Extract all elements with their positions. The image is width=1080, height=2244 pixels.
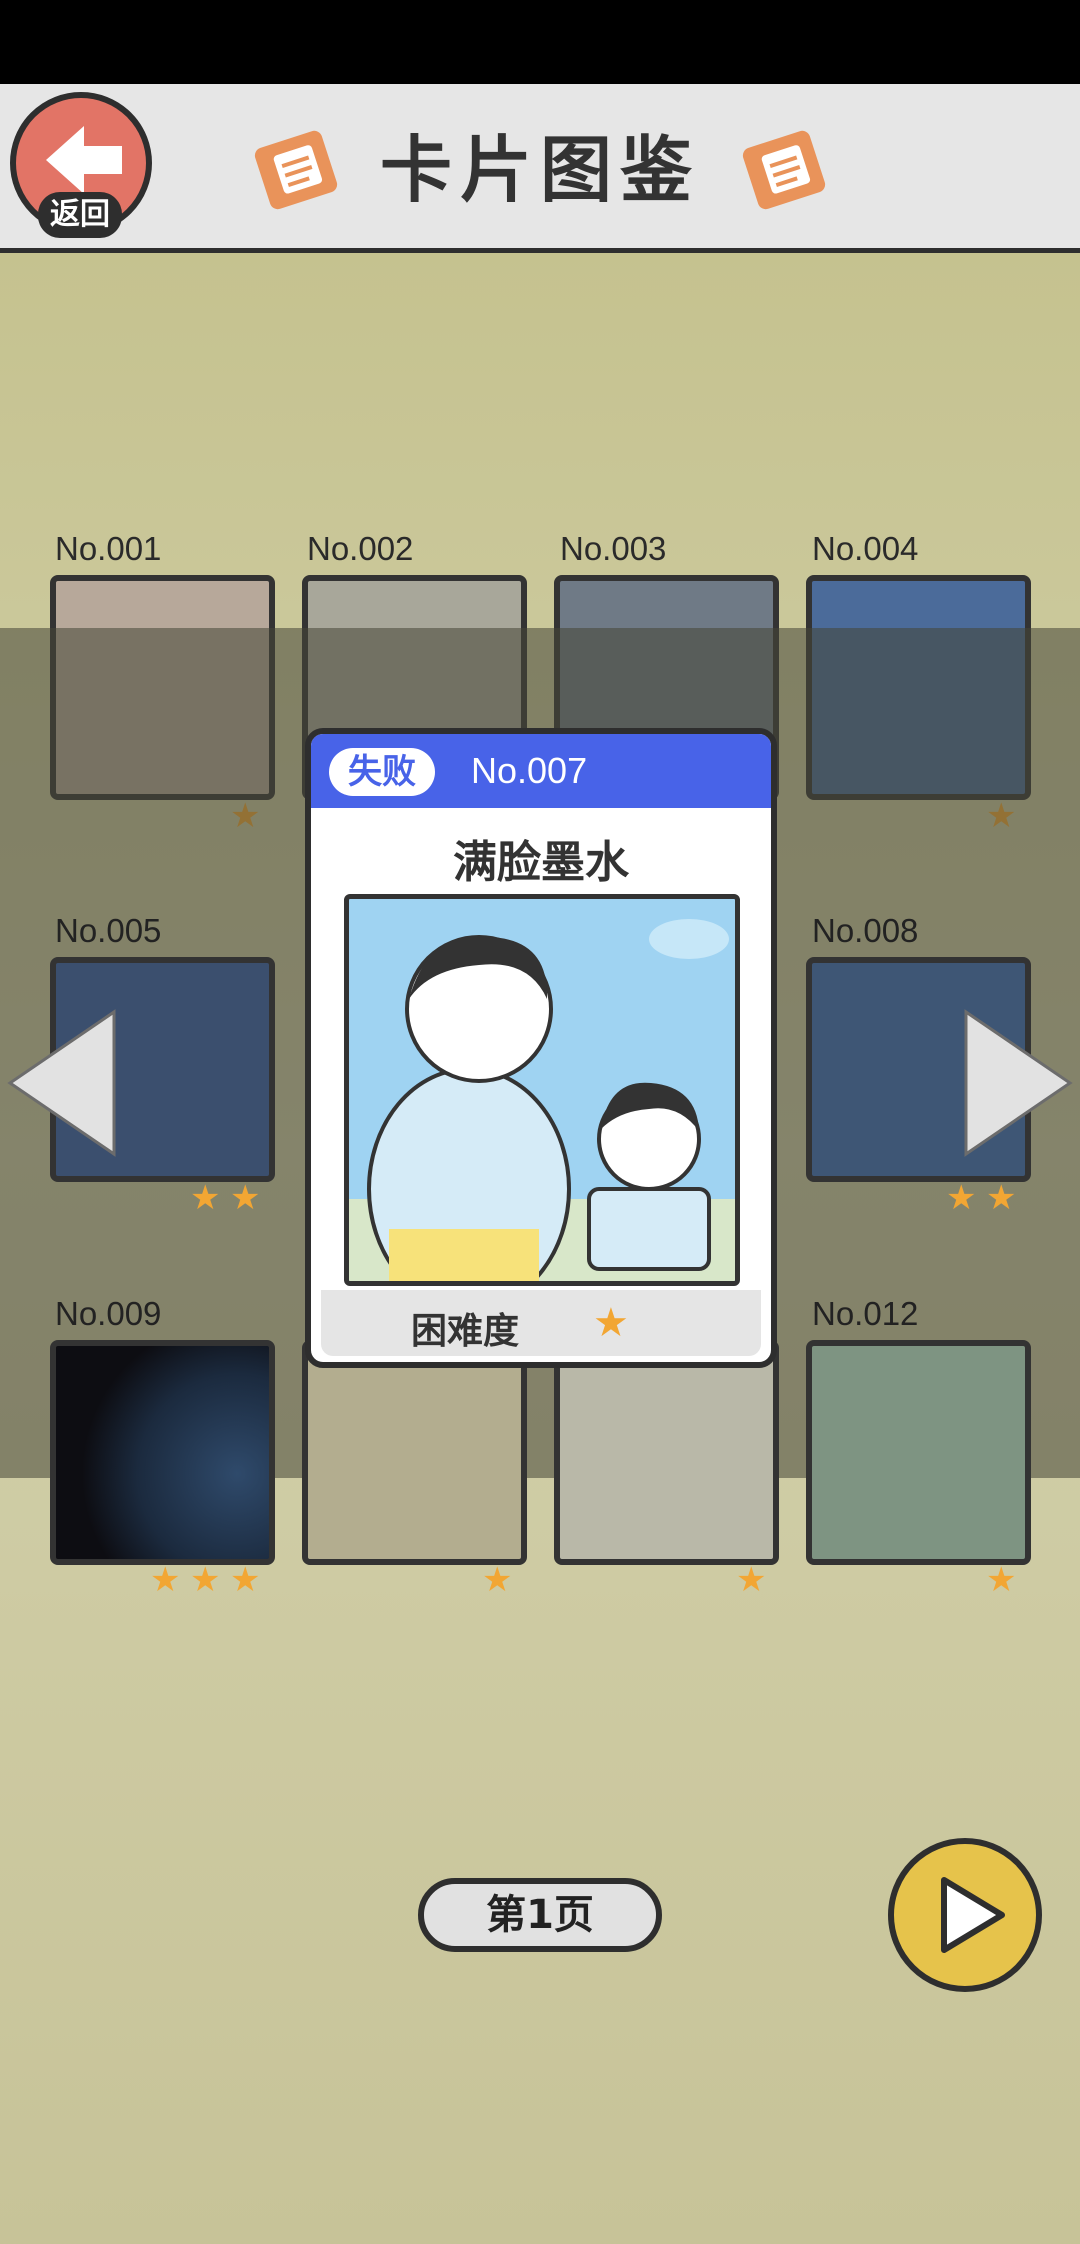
card-label: No.005	[55, 912, 162, 949]
card-009[interactable]	[50, 1340, 275, 1565]
next-page-button[interactable]	[888, 1838, 1042, 1992]
back-button-label[interactable]: 返回	[38, 192, 122, 238]
star-icon: ★	[736, 1560, 767, 1600]
card-illustration	[344, 894, 740, 1286]
star-icon: ★	[986, 1560, 1017, 1600]
card-illustration-art	[349, 919, 735, 1281]
difficulty-label: 困难度	[411, 1311, 520, 1352]
card-label: No.001	[55, 530, 162, 567]
card-title: 满脸墨水	[453, 837, 629, 888]
card-detail-popup[interactable]: 失败 No.007 满脸墨水 困难度 ★	[305, 728, 777, 1368]
right-arrow-icon[interactable]	[962, 1008, 1074, 1158]
difficulty-bar	[321, 1290, 761, 1356]
left-arrow-icon[interactable]	[6, 1008, 118, 1158]
play-icon	[941, 1877, 1005, 1953]
page-title: 卡片图鉴	[379, 128, 700, 212]
star-icon: ★	[946, 1178, 977, 1218]
page-indicator: 第1页	[418, 1878, 662, 1952]
star-icon: ★	[986, 1178, 1017, 1218]
star-icon: ★	[230, 1560, 261, 1600]
star-icon: ★	[230, 1178, 261, 1218]
card-label: No.008	[812, 912, 919, 949]
star-icon: ★	[482, 1560, 513, 1600]
card-label: No.003	[560, 530, 667, 567]
card-label: No.002	[307, 530, 414, 567]
star-icon: ★	[593, 1300, 629, 1346]
document-icon	[254, 130, 338, 210]
status-bar	[0, 0, 1080, 84]
status-badge: 失败	[329, 748, 435, 796]
document-icon	[742, 130, 826, 210]
card-010[interactable]	[302, 1340, 527, 1565]
card-label: No.009	[55, 1295, 162, 1332]
card-011[interactable]	[554, 1340, 779, 1565]
card-label: No.012	[812, 1295, 919, 1332]
star-icon: ★	[150, 1560, 181, 1600]
card-012[interactable]	[806, 1340, 1031, 1565]
star-icon: ★	[190, 1178, 221, 1218]
star-icon: ★	[190, 1560, 221, 1600]
card-label: No.004	[812, 530, 919, 567]
card-number: No.007	[471, 750, 588, 791]
